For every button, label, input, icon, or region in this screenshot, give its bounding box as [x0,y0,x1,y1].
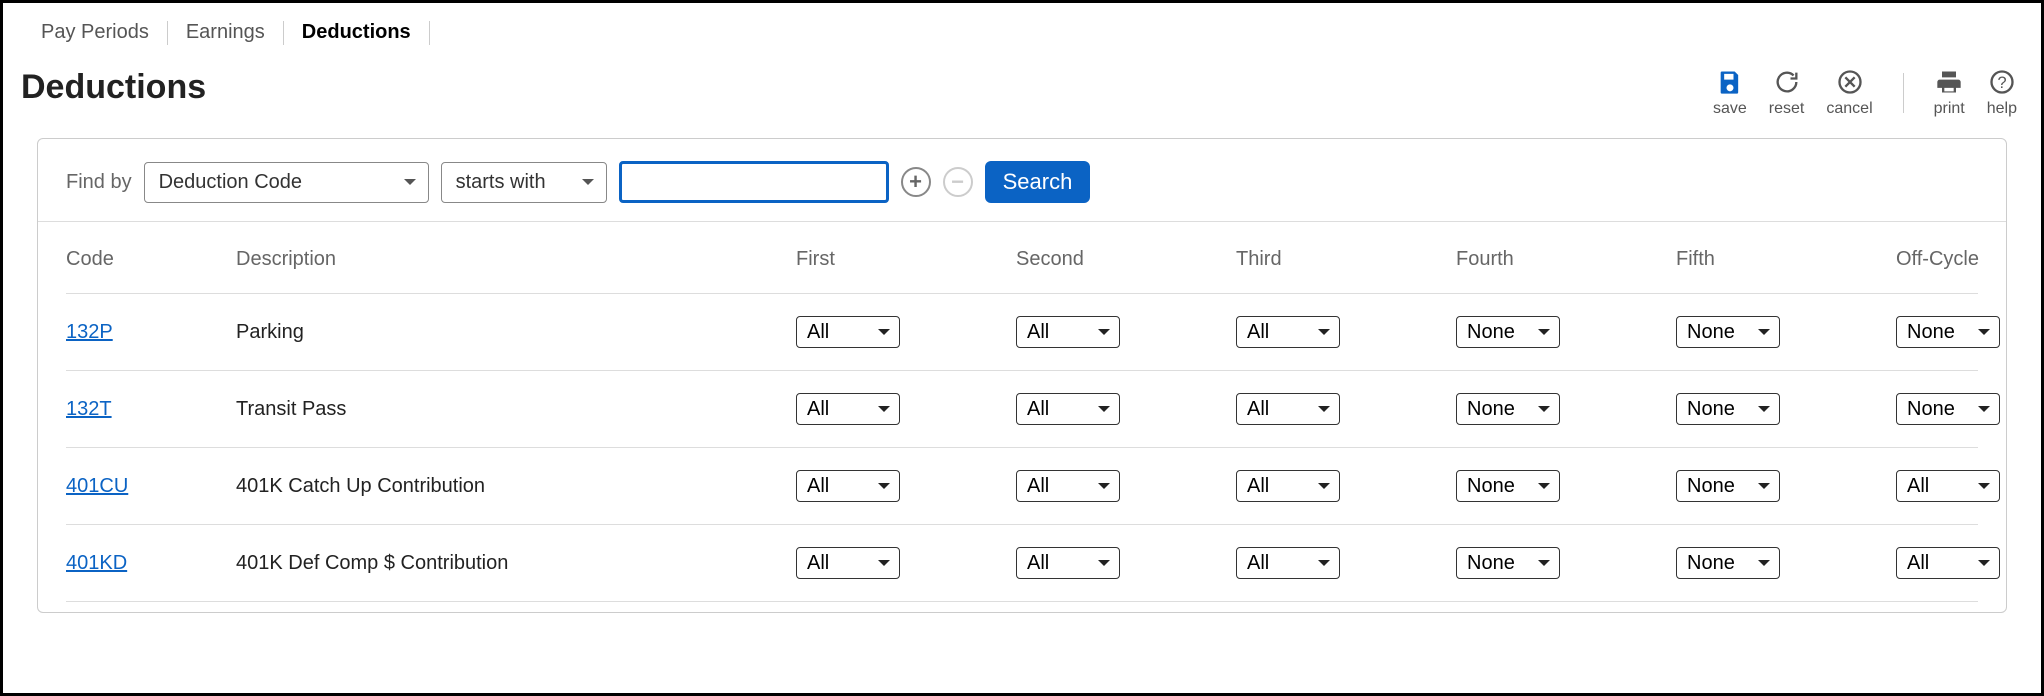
svg-text:?: ? [1997,74,2006,92]
app-frame: Pay Periods Earnings Deductions Deductio… [0,0,2044,696]
cancel-label: cancel [1826,100,1872,118]
col-code: Code [66,248,236,271]
code-link[interactable]: 401CU [66,475,128,497]
fifth-select[interactable]: AllNone [1676,393,1780,425]
toolbar: save reset cancel print ? [1713,68,2017,118]
col-first: First [796,248,1016,271]
find-field-select[interactable]: Deduction Code [144,162,429,203]
col-second: Second [1016,248,1236,271]
table-row: 401CU401K Catch Up ContributionAllNoneAl… [66,448,1978,525]
table-row: 132PParkingAllNoneAllNoneAllNoneAllNoneA… [66,294,1978,371]
reset-icon [1773,68,1801,96]
fourth-select[interactable]: AllNone [1456,316,1560,348]
minus-icon: − [951,171,964,193]
find-operator-select[interactable]: starts with [441,162,607,203]
code-link[interactable]: 132P [66,321,113,343]
col-offcycle: Off-Cycle [1896,248,2007,271]
fifth-select[interactable]: AllNone [1676,470,1780,502]
third-select[interactable]: AllNone [1236,470,1340,502]
save-label: save [1713,100,1747,118]
tab-earnings[interactable]: Earnings [168,11,283,54]
second-select[interactable]: AllNone [1016,393,1120,425]
code-link[interactable]: 401KD [66,552,127,574]
page-title: Deductions [21,68,206,107]
table-row: 132TTransit PassAllNoneAllNoneAllNoneAll… [66,371,1978,448]
offcycle-select[interactable]: AllNone [1896,547,2000,579]
toolbar-group-aux: print ? help [1934,68,2017,118]
fourth-select[interactable]: AllNone [1456,470,1560,502]
offcycle-select[interactable]: AllNone [1896,470,2000,502]
find-by-label: Find by [66,171,132,194]
first-select[interactable]: AllNone [796,393,900,425]
deductions-table: Code Description First Second Third Four… [38,222,2006,612]
add-criteria-button[interactable]: + [901,167,931,197]
description-cell: Transit Pass [236,398,796,421]
first-select[interactable]: AllNone [796,316,900,348]
remove-criteria-button: − [943,167,973,197]
save-button[interactable]: save [1713,68,1747,118]
print-icon [1935,68,1963,96]
tab-separator [429,21,430,45]
description-cell: 401K Catch Up Contribution [236,475,796,498]
col-fourth: Fourth [1456,248,1676,271]
toolbar-group-main: save reset cancel [1713,68,1873,118]
cancel-icon [1836,68,1864,96]
help-label: help [1987,100,2017,118]
tab-pay-periods[interactable]: Pay Periods [23,11,167,54]
second-select[interactable]: AllNone [1016,316,1120,348]
find-value-input[interactable] [619,161,889,203]
print-label: print [1934,100,1965,118]
table-row: 401KD401K Def Comp $ ContributionAllNone… [66,525,1978,602]
find-bar: Find by Deduction Code starts with + − S… [38,139,2006,222]
third-select[interactable]: AllNone [1236,547,1340,579]
third-select[interactable]: AllNone [1236,393,1340,425]
col-description: Description [236,248,796,271]
code-link[interactable]: 132T [66,398,112,420]
fourth-select[interactable]: AllNone [1456,547,1560,579]
first-select[interactable]: AllNone [796,547,900,579]
cancel-button[interactable]: cancel [1826,68,1872,118]
offcycle-select[interactable]: AllNone [1896,393,2000,425]
fifth-select[interactable]: AllNone [1676,547,1780,579]
tab-deductions[interactable]: Deductions [284,11,429,54]
fifth-select[interactable]: AllNone [1676,316,1780,348]
second-select[interactable]: AllNone [1016,547,1120,579]
table-header: Code Description First Second Third Four… [66,222,1978,294]
header-row: Deductions save reset cancel [3,54,2041,138]
col-third: Third [1236,248,1456,271]
reset-button[interactable]: reset [1769,68,1805,118]
plus-icon: + [909,171,922,193]
help-button[interactable]: ? help [1987,68,2017,118]
description-cell: 401K Def Comp $ Contribution [236,552,796,575]
reset-label: reset [1769,100,1805,118]
col-fifth: Fifth [1676,248,1896,271]
print-button[interactable]: print [1934,68,1965,118]
second-select[interactable]: AllNone [1016,470,1120,502]
tab-bar: Pay Periods Earnings Deductions [3,3,2041,54]
first-select[interactable]: AllNone [796,470,900,502]
search-button[interactable]: Search [985,161,1091,203]
help-icon: ? [1988,68,2016,96]
description-cell: Parking [236,321,796,344]
deductions-panel: Find by Deduction Code starts with + − S… [37,138,2007,613]
fourth-select[interactable]: AllNone [1456,393,1560,425]
third-select[interactable]: AllNone [1236,316,1340,348]
toolbar-separator [1903,73,1904,113]
offcycle-select[interactable]: AllNone [1896,316,2000,348]
save-icon [1716,68,1744,96]
